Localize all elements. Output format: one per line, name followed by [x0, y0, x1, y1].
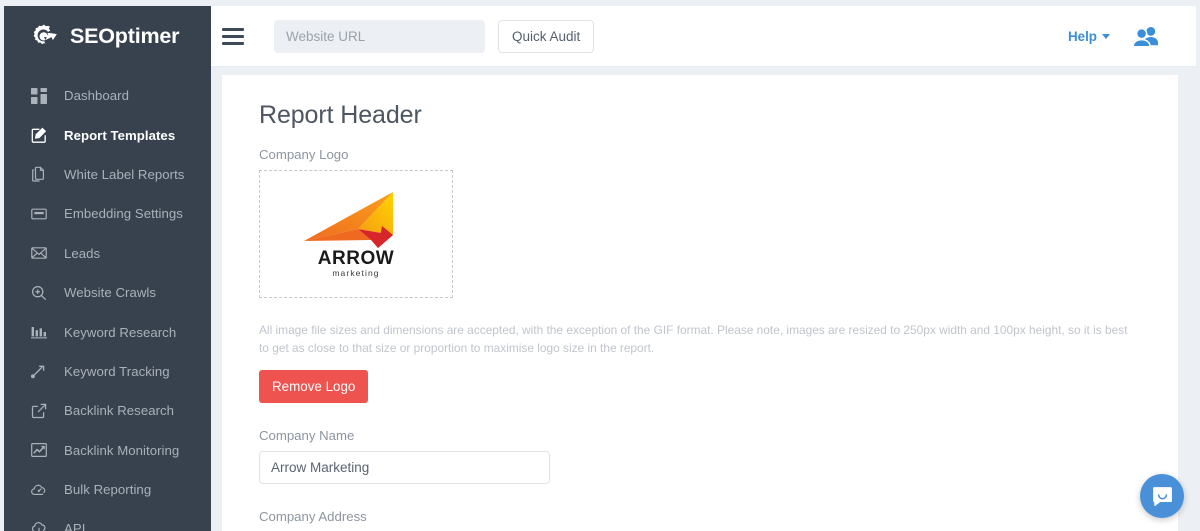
copy-documents-icon [30, 166, 47, 183]
sidebar-item-label: API [64, 521, 86, 531]
hamburger-bar [222, 41, 244, 45]
chat-launcher-button[interactable] [1140, 474, 1184, 518]
sidebar-item-label: Leads [64, 245, 101, 261]
sidebar-item-bulk-reporting[interactable]: Bulk Reporting [4, 470, 211, 509]
arrow-marketing-logo-icon: ARROW marketing [296, 188, 416, 280]
svg-text:marketing: marketing [332, 268, 379, 278]
page-title: Report Header [259, 101, 422, 129]
pencil-square-edit-icon [30, 127, 47, 144]
top-bar: Quick Audit Help [211, 6, 1196, 67]
sidebar-item-label: Keyword Research [64, 324, 177, 340]
chevron-down-icon [1102, 33, 1110, 39]
sidebar-item-backlink-monitoring[interactable]: Backlink Monitoring [4, 431, 211, 470]
sidebar-item-label: Report Templates [64, 127, 176, 143]
sidebar-item-api[interactable]: API [4, 509, 211, 531]
sidebar-item-label: Keyword Tracking [64, 363, 170, 379]
content-area: Report Header Company Logo ARROW marketi… [211, 67, 1196, 531]
brand-name: SEOptimer [70, 24, 180, 48]
sidebar-item-label: Backlink Research [64, 403, 175, 419]
users-account-icon[interactable] [1132, 25, 1160, 48]
quick-audit-button[interactable]: Quick Audit [498, 19, 595, 53]
seoptimer-gear-arrow-icon [30, 21, 61, 52]
logo-help-text: All image file sizes and dimensions are … [259, 323, 1128, 356]
trend-arrow-icon [30, 363, 47, 380]
hamburger-menu-icon[interactable] [222, 25, 244, 47]
sidebar-item-label: Backlink Monitoring [64, 442, 180, 458]
window-embed-icon [30, 205, 47, 222]
sidebar-item-label: White Label Reports [64, 166, 185, 182]
sidebar-item-label: Website Crawls [64, 285, 157, 301]
company-logo-label: Company Logo [259, 147, 349, 162]
sidebar: SEOptimer Dashboard Report Templates Whi… [4, 6, 211, 531]
grid-dashboard-icon [30, 87, 47, 104]
app-root: SEOptimer Dashboard Report Templates Whi… [0, 0, 1200, 531]
hamburger-bar [222, 34, 244, 38]
sidebar-item-website-crawls[interactable]: Website Crawls [4, 273, 211, 312]
sidebar-item-keyword-tracking[interactable]: Keyword Tracking [4, 352, 211, 391]
company-address-group: Company Address [259, 509, 1150, 531]
bar-chart-icon [30, 324, 47, 341]
sidebar-item-white-label-reports[interactable]: White Label Reports [4, 155, 211, 194]
company-name-group: Company Name [259, 428, 1150, 484]
company-logo-dropzone[interactable]: ARROW marketing [259, 170, 453, 298]
sidebar-item-keyword-research[interactable]: Keyword Research [4, 312, 211, 351]
help-label: Help [1067, 28, 1097, 44]
company-name-input[interactable] [259, 450, 550, 484]
top-bar-right: Help [1068, 25, 1196, 48]
website-url-input[interactable] [274, 19, 485, 53]
sidebar-item-embedding-settings[interactable]: Embedding Settings [4, 194, 211, 233]
chat-bubble-smile-icon [1151, 485, 1174, 508]
svg-text:ARROW: ARROW [318, 248, 394, 269]
help-dropdown[interactable]: Help [1068, 29, 1110, 44]
company-address-label: Company Address [259, 508, 367, 524]
remove-logo-button[interactable]: Remove Logo [259, 369, 369, 403]
sidebar-item-leads[interactable]: Leads [4, 234, 211, 273]
sidebar-item-label: Bulk Reporting [64, 482, 152, 498]
line-chart-icon [30, 442, 47, 459]
sidebar-item-label: Embedding Settings [64, 206, 183, 222]
cloud-download-icon [30, 520, 47, 531]
cloud-gauge-icon [30, 481, 47, 498]
company-name-label: Company Name [259, 427, 355, 443]
sidebar-nav: Dashboard Report Templates White Label R… [4, 67, 211, 531]
hamburger-bar [222, 27, 244, 31]
magnifier-plus-icon [30, 284, 47, 301]
sidebar-item-label: Dashboard [64, 88, 129, 104]
sidebar-item-backlink-research[interactable]: Backlink Research [4, 391, 211, 430]
envelope-mail-icon [30, 245, 47, 262]
brand-logo[interactable]: SEOptimer [4, 6, 211, 67]
report-header-card: Report Header Company Logo ARROW marketi… [222, 75, 1178, 531]
external-link-icon [30, 402, 47, 419]
sidebar-item-dashboard[interactable]: Dashboard [4, 76, 211, 115]
sidebar-item-report-templates[interactable]: Report Templates [4, 115, 211, 154]
